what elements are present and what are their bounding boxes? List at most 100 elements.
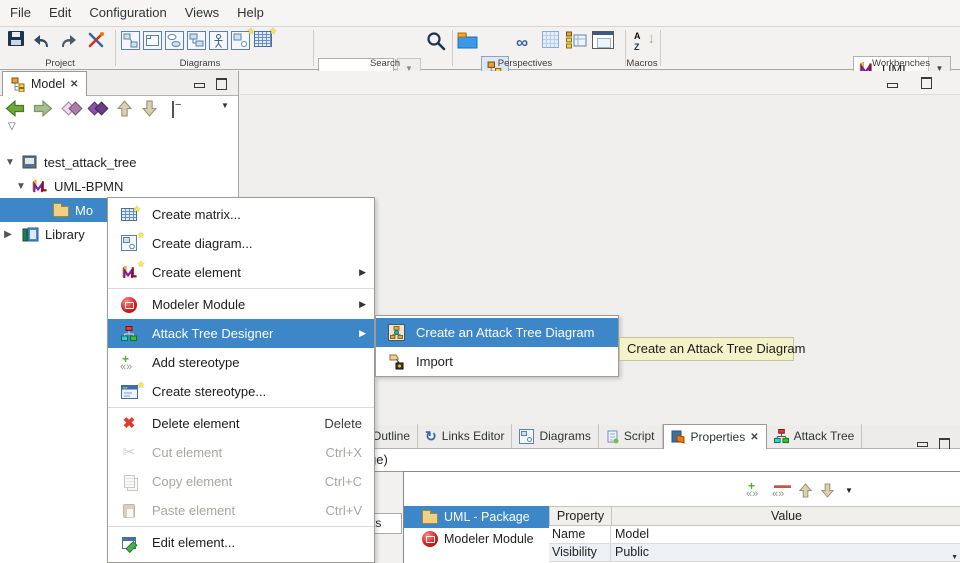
menu-item-cut-element[interactable]: ✂ Cut element Ctrl+X — [108, 438, 374, 467]
new-matrix-button[interactable] — [254, 31, 272, 47]
diagram-tool-button-1[interactable] — [121, 31, 140, 50]
sort-macro-button[interactable]: AZ↓ — [632, 31, 656, 53]
menu-item-add-stereotype[interactable]: +«» Add stereotype — [108, 348, 374, 377]
properties-main: +«» ▬▬«» ▼ UML - Package Modeler Module — [403, 471, 960, 563]
properties-menu-button[interactable]: ▼ — [838, 479, 860, 501]
communication-diagram-icon — [121, 31, 140, 50]
menu-edit[interactable]: Edit — [40, 0, 80, 26]
minimize-icon[interactable] — [916, 438, 928, 448]
uml-module-icon — [31, 178, 48, 195]
tab-model[interactable]: Model ✕ — [2, 71, 87, 96]
submenu-arrow-icon: ▶ — [359, 299, 366, 310]
submenu-item-create-attack-tree-diagram[interactable]: Create an Attack Tree Diagram — [376, 318, 618, 347]
menu-item-create-matrix[interactable]: Create matrix... — [108, 200, 374, 229]
value-cell[interactable]: Public▼ — [611, 544, 960, 561]
tab-properties[interactable]: Properties ✕ — [663, 424, 767, 449]
diagram-tool-button-3[interactable] — [165, 31, 184, 50]
back-arrow-icon — [5, 100, 25, 117]
nav-back-button[interactable] — [5, 100, 25, 117]
diagram-tool-button-5[interactable] — [209, 31, 228, 50]
tools-icon — [87, 31, 105, 49]
move-down-button[interactable] — [141, 100, 158, 117]
remove-stereotype-button[interactable]: ▬▬«» — [770, 479, 792, 501]
board-perspective-button[interactable] — [592, 31, 614, 49]
tab-model-label: Model — [31, 77, 65, 91]
tree-item-project[interactable]: ▼ test_attack_tree — [0, 150, 238, 174]
chevron-down-icon[interactable]: ▼ — [951, 549, 958, 563]
configure-button[interactable] — [87, 31, 105, 49]
menu-item-modeler-module[interactable]: Modeler Module ▶ — [108, 290, 374, 319]
attack-tree-diagram-icon — [388, 324, 405, 341]
tree-item-uml-bpmn[interactable]: ▼ UML-BPMN — [0, 174, 238, 198]
menu-item-edit-element[interactable]: Edit element... — [108, 528, 374, 557]
tab-label: Links Editor — [442, 429, 505, 443]
collapse-all-button[interactable] — [172, 101, 174, 118]
menu-configuration[interactable]: Configuration — [80, 0, 175, 26]
toolbar-group-label-diagrams: Diagrams — [160, 58, 240, 69]
undo-button[interactable] — [32, 31, 52, 49]
tab-links-editor[interactable]: ↻ Links Editor — [418, 424, 512, 448]
value-cell[interactable]: Model — [611, 526, 960, 543]
tab-diagrams[interactable]: Diagrams — [512, 424, 598, 448]
nav-forward-button[interactable] — [33, 100, 53, 117]
grid-perspective-icon — [542, 31, 559, 48]
add-stereotype-button[interactable]: +«» — [744, 479, 766, 501]
maximize-icon[interactable] — [938, 438, 950, 448]
menu-item-create-element[interactable]: Create element ▶ — [108, 258, 374, 287]
toolbar-group-label-macros: Macros — [602, 58, 682, 69]
filter-chevron-icon[interactable]: ▽ — [8, 121, 16, 132]
menu-item-delete-element[interactable]: ✖ Delete element Delete — [108, 409, 374, 438]
save-icon — [8, 31, 24, 46]
search-button[interactable] — [426, 31, 446, 51]
svg-text:«»: «» — [123, 385, 128, 390]
move-up-button[interactable] — [794, 479, 816, 501]
menu-file[interactable]: File — [1, 0, 40, 26]
tab-attack-tree[interactable]: Attack Tree — [767, 424, 863, 448]
menu-item-attack-tree-designer[interactable]: Attack Tree Designer ▶ — [108, 319, 374, 348]
shortcut-label: Delete — [324, 416, 362, 431]
related-origin-button[interactable] — [61, 100, 83, 117]
redo-icon — [58, 31, 78, 49]
menu-item-paste-element[interactable]: Paste element Ctrl+V — [108, 496, 374, 525]
redo-button[interactable] — [58, 31, 78, 49]
save-button[interactable] — [8, 31, 24, 46]
tab-script[interactable]: Script — [599, 424, 663, 448]
main-toolbar: Project Diagrams ▼ Search ∞ Perspective — [0, 27, 960, 70]
close-icon[interactable]: ✕ — [750, 432, 758, 443]
submenu-item-import[interactable]: Import — [376, 347, 618, 376]
element-item-package[interactable]: UML - Package — [404, 506, 549, 528]
diagram-tool-button-2[interactable] — [143, 31, 162, 50]
up-arrow-icon — [798, 483, 813, 498]
table-row-visibility[interactable]: Visibility Public▼ — [549, 544, 960, 562]
table-row-name[interactable]: Name Model — [549, 526, 960, 544]
menu-help[interactable]: Help — [228, 0, 273, 26]
menu-item-copy-element[interactable]: Copy element Ctrl+C — [108, 467, 374, 496]
close-icon[interactable]: ✕ — [70, 79, 78, 90]
grid-perspective-button[interactable] — [542, 31, 559, 48]
sort-az-icon: AZ↓ — [632, 31, 656, 53]
move-down-button[interactable] — [816, 479, 838, 501]
view-menu-button[interactable]: ▼ — [221, 101, 229, 110]
menu-views[interactable]: Views — [176, 0, 228, 26]
move-up-button[interactable] — [116, 100, 133, 117]
related-target-button[interactable] — [87, 100, 109, 117]
add-stereotype-icon: +«» — [120, 353, 138, 373]
outline-grid-perspective-button[interactable] — [566, 31, 587, 49]
down-arrow-icon — [820, 483, 835, 498]
search-icon — [426, 31, 446, 51]
add-stereotype-icon: +«» — [746, 480, 764, 500]
expander-icon[interactable]: ▼ — [15, 181, 27, 192]
project-perspective-button[interactable] — [457, 31, 478, 49]
frame-diagram-icon — [143, 31, 162, 50]
toolbar-separator — [115, 30, 116, 66]
expander-icon[interactable]: ▶ — [2, 229, 14, 240]
table-header: Property Value — [549, 506, 960, 526]
menu-item-create-stereotype[interactable]: «» Create stereotype... — [108, 377, 374, 406]
expander-icon[interactable]: ▼ — [4, 157, 16, 168]
element-item-module[interactable]: Modeler Module — [404, 528, 549, 550]
menu-item-create-diagram[interactable]: Create diagram... — [108, 229, 374, 258]
new-diagram-icon — [231, 31, 250, 50]
new-diagram-button[interactable] — [231, 31, 250, 50]
diagram-tool-button-4[interactable] — [187, 31, 206, 50]
links-perspective-button[interactable]: ∞ — [516, 33, 528, 53]
